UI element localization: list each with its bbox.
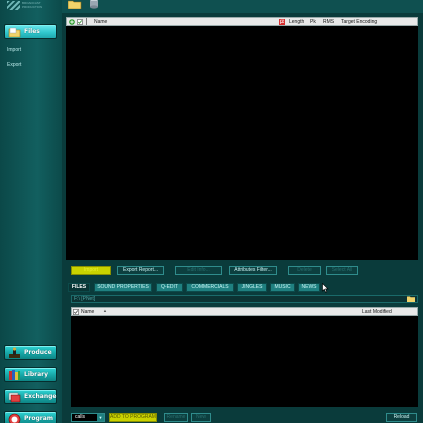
col-pk[interactable]: Pk [310,19,316,25]
nav-library-button[interactable]: Library [4,367,57,382]
col-name[interactable]: Name [94,19,107,25]
tab-sound-properties[interactable]: SOUND PROPERTIES [94,283,152,292]
upper-file-list[interactable] [66,26,418,260]
sort-indicator-icon: ▲ [103,308,107,313]
nav-library-label: Library [24,371,49,378]
col-length[interactable]: Length [289,19,304,25]
sidebar-item-export[interactable]: Export [7,62,21,68]
export-report-button[interactable]: Export Report... [117,266,164,275]
nav-produce-label: Produce [24,349,52,356]
database-icon[interactable] [89,0,99,9]
library-books-icon [9,370,20,380]
upper-list-header: Name Length Pk RMS Target Encoding [66,17,418,26]
top-toolbar [62,0,423,13]
add-to-program-button[interactable]: ADD TO PROGRAM [109,413,157,422]
nav-files-label: Files [24,28,40,35]
app-logo: BROADCAST PRODUCTION [7,1,59,11]
edit-info-button[interactable]: Edit Info... [175,266,222,275]
logo-text: BROADCAST PRODUCTION [22,1,43,9]
col-name[interactable]: Name [81,309,94,315]
checklist-icon[interactable] [77,19,83,25]
path-bar[interactable]: F:\ [PNet] [71,295,418,303]
program-clock-icon [8,413,21,423]
path-text: F:\ [PNet] [74,296,96,302]
tab-jingles[interactable]: JINGLES [237,283,267,292]
attributes-filter-button[interactable]: Attributes Filter... [229,266,277,275]
chevron-down-icon[interactable]: ▼ [97,414,104,421]
nav-produce-button[interactable]: Produce [4,345,57,360]
folder-icon [8,27,21,38]
reload-button[interactable]: Reload [386,413,417,422]
mixer-icon [9,347,20,358]
logo-mark-icon [7,1,20,10]
nav-program-button[interactable]: Program [4,411,57,423]
col-target-encoding[interactable]: Target Encoding [341,19,377,25]
sidebar-item-import[interactable]: Import [7,47,21,53]
open-folder-icon[interactable] [68,0,82,9]
tab-files[interactable]: FILES [68,283,90,292]
add-icon[interactable] [69,19,75,25]
lower-list-header: Name ▲ Last Modified [71,307,418,316]
nav-exchange-button[interactable]: Exchange [4,389,57,404]
browse-folder-icon[interactable] [407,296,415,302]
delete-button[interactable]: Delete [288,266,321,275]
category-select-value: calls [75,414,86,420]
import-button[interactable]: Import [71,266,111,275]
tab-news[interactable]: NEWS [298,283,320,292]
header-divider [86,18,87,25]
nav-files-button[interactable]: Files [4,24,57,39]
tab-commercials[interactable]: COMMERCIALS [186,283,234,292]
select-all-button[interactable]: Select All [326,266,358,275]
col-rms[interactable]: RMS [323,19,334,25]
lower-file-list[interactable] [71,316,418,407]
nav-program-label: Program [24,415,54,422]
nav-exchange-label: Exchange [24,393,57,400]
category-select[interactable]: calls ▼ [71,413,105,422]
sidebar: BROADCAST PRODUCTION Files Import Export… [0,0,62,423]
exchange-icon [8,392,21,403]
new-button[interactable]: New [191,413,211,422]
tab-q-edit[interactable]: Q-EDIT [156,283,183,292]
col-last-modified[interactable]: Last Modified [362,309,392,315]
mouse-cursor-icon [322,283,329,293]
select-all-checkbox-icon[interactable] [73,309,79,315]
tab-music[interactable]: MUSIC [270,283,295,292]
rename-button[interactable]: Rename [164,413,188,422]
flag-icon [279,19,285,25]
